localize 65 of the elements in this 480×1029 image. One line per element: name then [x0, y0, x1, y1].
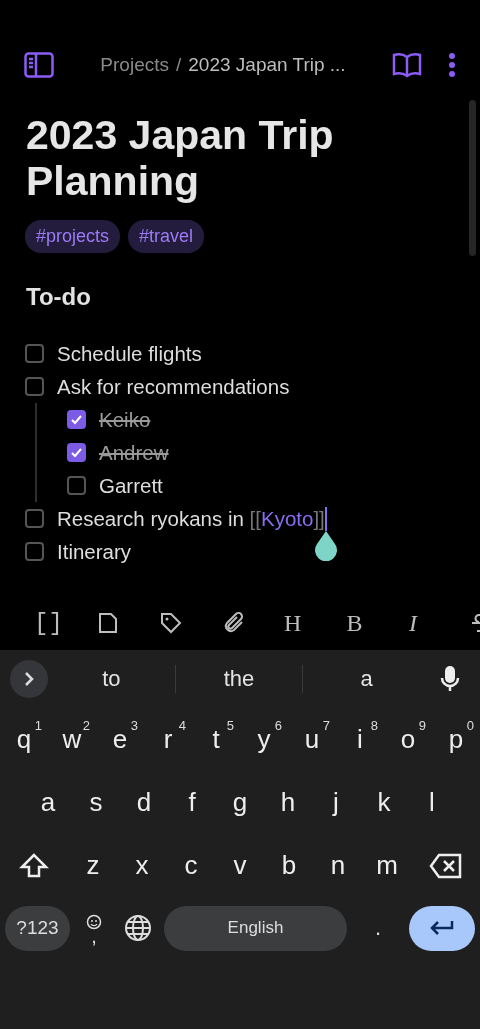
symbols-key[interactable]: ?123 — [5, 905, 70, 951]
space-key[interactable]: English — [164, 905, 347, 951]
letter-key[interactable]: f — [168, 776, 216, 829]
document-icon — [96, 611, 119, 635]
suggestion[interactable]: to — [48, 665, 175, 693]
letter-key[interactable]: l — [408, 776, 456, 829]
letter-key[interactable]: n — [313, 839, 363, 892]
checkbox[interactable] — [25, 542, 44, 561]
suggestion[interactable]: a — [303, 665, 430, 693]
checkbox[interactable] — [25, 509, 44, 528]
breadcrumb-item[interactable]: 2023 Japan Trip ... — [188, 54, 346, 76]
sidebar-icon[interactable] — [22, 50, 56, 80]
format-button[interactable]: H — [278, 609, 341, 637]
todo-text: Research ryokans in [[Kyoto]] — [57, 506, 325, 531]
breadcrumb-separator: / — [176, 54, 182, 76]
check-icon — [70, 413, 83, 426]
format-button[interactable]: B — [340, 609, 403, 637]
backspace-icon — [428, 852, 463, 879]
letter-key[interactable]: r 4 — [144, 713, 192, 766]
letter-key[interactable]: v — [215, 839, 265, 892]
letter-key[interactable]: d — [120, 776, 168, 829]
letter-key[interactable]: c — [166, 839, 216, 892]
todo-text: Keiko — [99, 407, 151, 432]
tag-chip[interactable]: #projects — [25, 220, 121, 253]
letter-key[interactable]: k — [360, 776, 408, 829]
todo-text: Itinerary — [57, 539, 132, 564]
checkbox[interactable] — [67, 410, 86, 429]
enter-key[interactable] — [409, 905, 475, 951]
checkbox[interactable] — [25, 344, 44, 363]
todo-text: Andrew — [99, 440, 169, 465]
enter-icon — [428, 919, 456, 937]
period-key[interactable]: . — [353, 915, 403, 941]
emoji-icon — [86, 914, 102, 930]
letter-key[interactable]: g — [216, 776, 264, 829]
letter-key[interactable]: s — [72, 776, 120, 829]
note-title: 2023 Japan Trip Planning — [26, 112, 335, 204]
letter-key[interactable]: i 8 — [336, 713, 384, 766]
shift-icon — [19, 851, 50, 880]
todo-text: Ask for recommendations — [57, 374, 290, 399]
tag-icon — [159, 611, 183, 635]
todo-text: Garrett — [99, 473, 163, 498]
letter-key[interactable]: j — [312, 776, 360, 829]
suggestion[interactable]: the — [175, 665, 303, 693]
breadcrumb-item[interactable]: Projects — [100, 54, 169, 76]
format-button[interactable]: [] — [28, 609, 91, 637]
letter-key[interactable]: a — [24, 776, 72, 829]
letter-key[interactable]: b — [264, 839, 314, 892]
format-button[interactable]: I — [403, 609, 466, 637]
letter-key[interactable]: z — [68, 839, 118, 892]
todo-text: Schedule flights — [57, 341, 202, 366]
tag-chip[interactable]: #travel — [128, 220, 205, 253]
more-icon[interactable] — [446, 50, 458, 80]
section-heading: To-do — [26, 283, 92, 311]
chevron-icon — [23, 671, 35, 687]
book-icon[interactable] — [390, 50, 424, 80]
letter-key[interactable]: t 5 — [192, 713, 240, 766]
letter-key[interactable]: m — [362, 839, 412, 892]
cursor-handle[interactable] — [312, 530, 339, 561]
letter-key[interactable]: h — [264, 776, 312, 829]
checkbox[interactable] — [67, 476, 86, 495]
check-icon — [70, 446, 83, 459]
checkbox[interactable] — [25, 377, 44, 396]
expand-button[interactable] — [10, 660, 48, 698]
checkbox[interactable] — [67, 443, 86, 462]
letter-key[interactable]: x — [117, 839, 167, 892]
